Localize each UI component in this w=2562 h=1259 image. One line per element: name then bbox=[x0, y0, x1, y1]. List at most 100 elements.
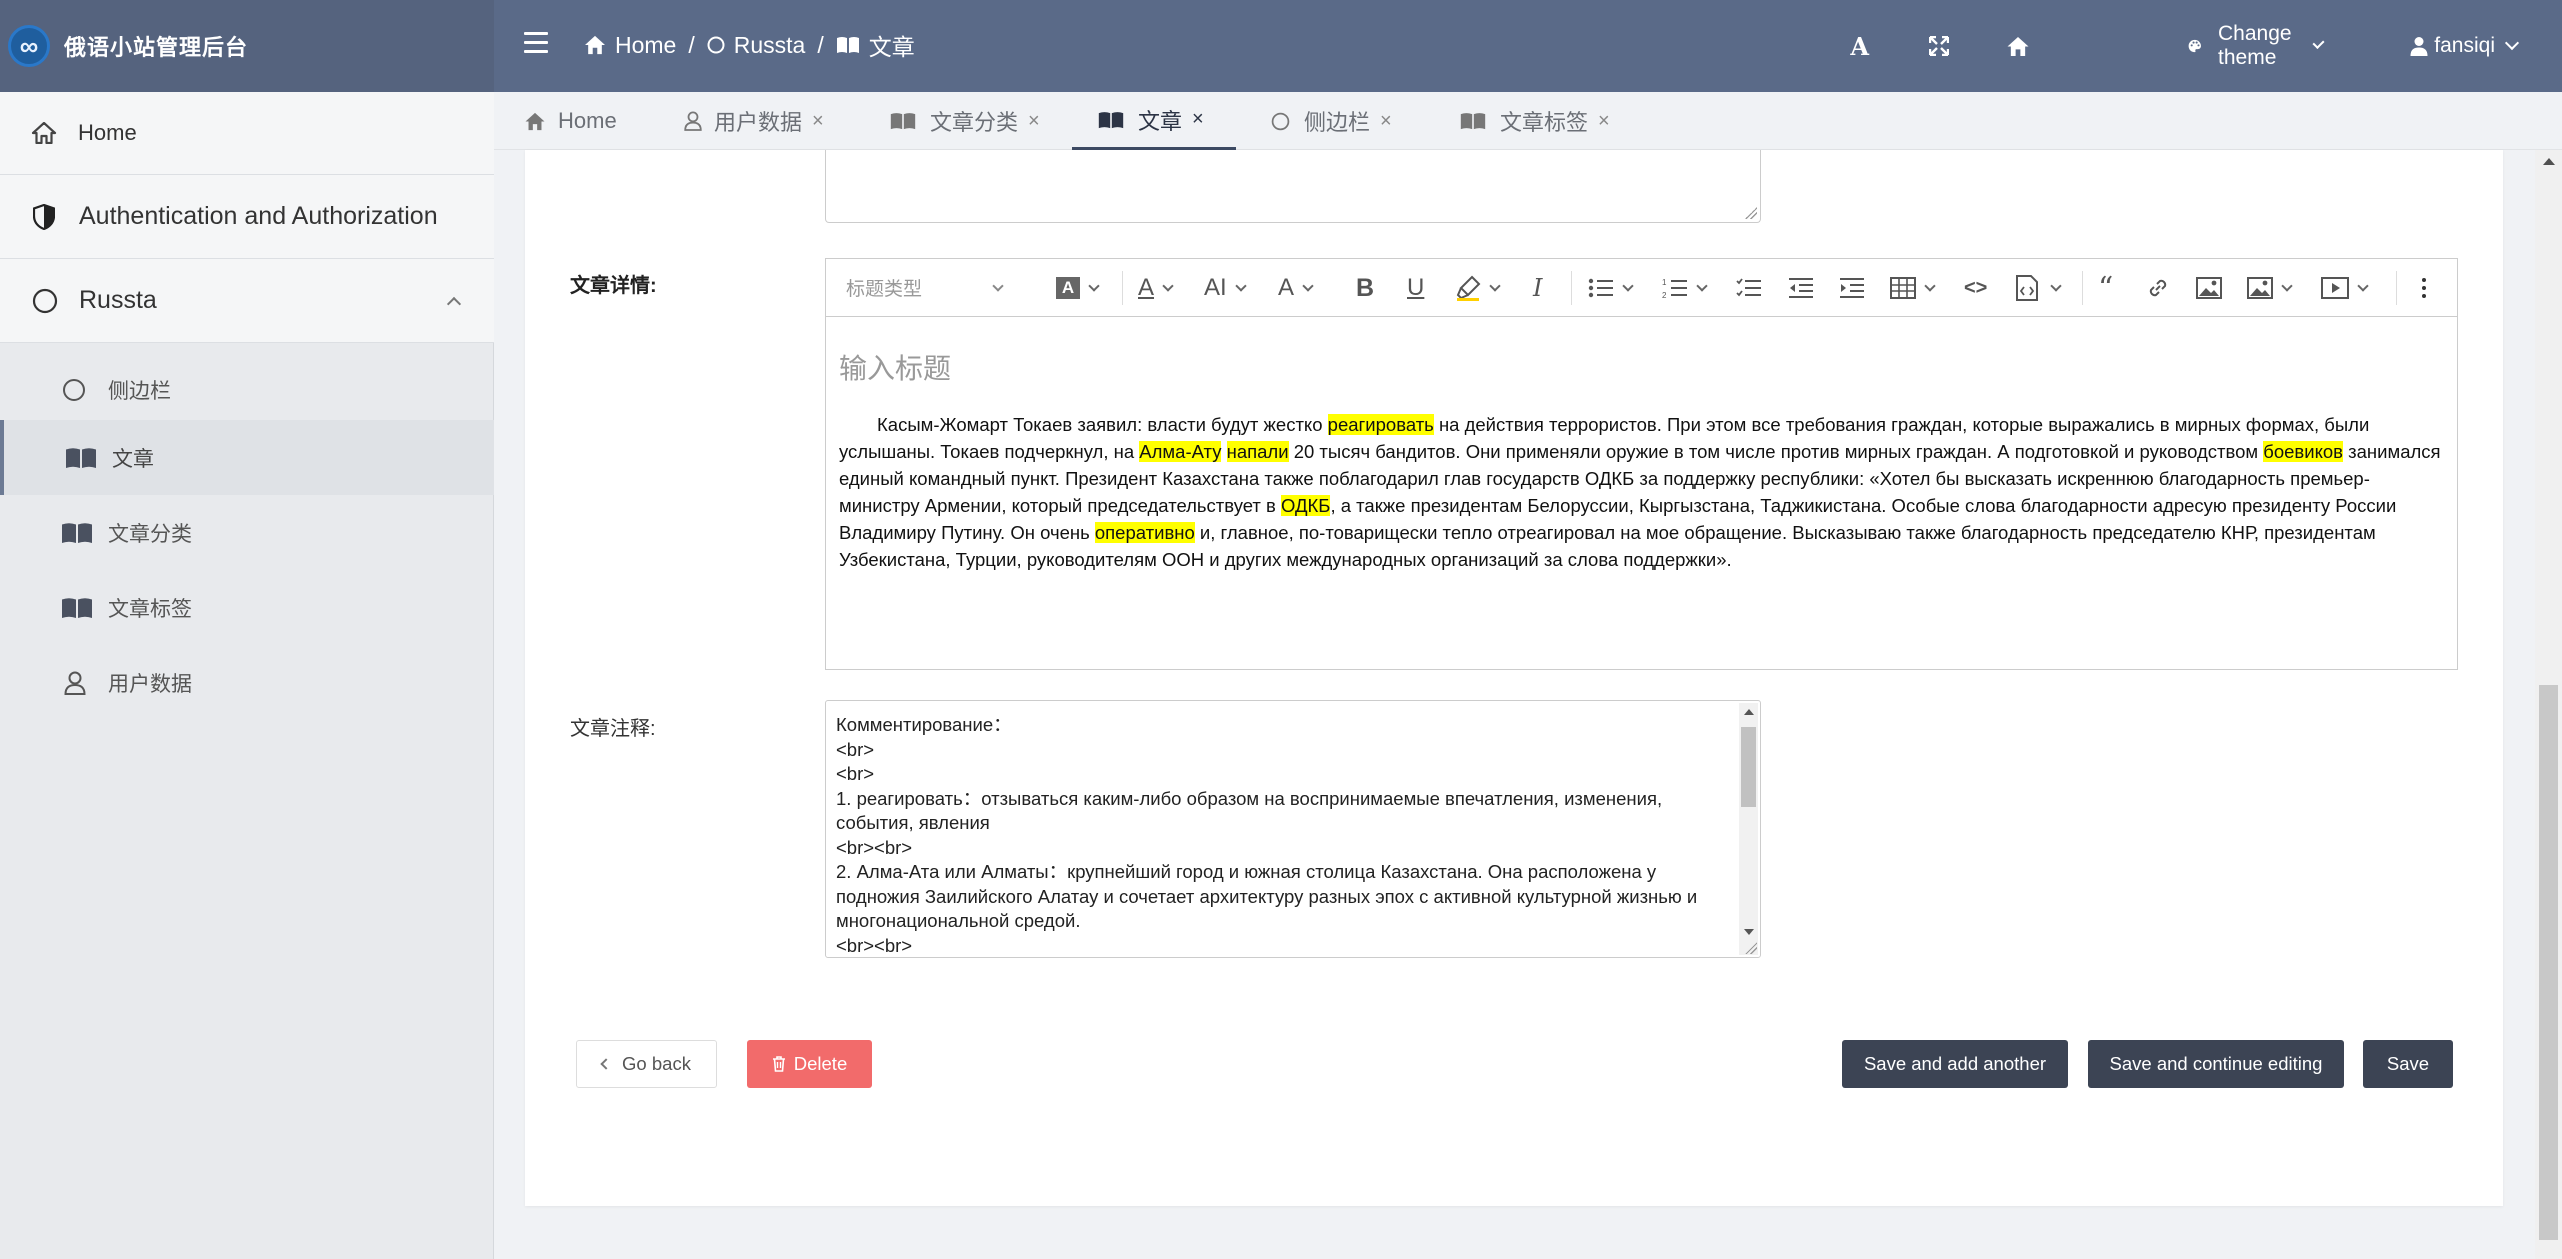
highlighted-word: реагировать bbox=[1327, 414, 1434, 435]
sidebar-item-home[interactable]: Home bbox=[0, 92, 494, 175]
body-text-segment: 20 тысяч бандитов. Они применяли оружие … bbox=[1288, 441, 2264, 462]
home-icon bbox=[525, 112, 545, 130]
image-upload-button[interactable] bbox=[2247, 271, 2293, 305]
scroll-up-icon[interactable] bbox=[2543, 158, 2555, 165]
text-bg-color-button[interactable]: A bbox=[1056, 271, 1100, 305]
chevron-up-icon[interactable] bbox=[446, 296, 462, 312]
sidebar-item-article[interactable]: 文章 bbox=[0, 420, 494, 495]
link-button[interactable] bbox=[2146, 271, 2170, 305]
book-icon bbox=[66, 447, 96, 468]
tab-article[interactable]: 文章 × bbox=[1072, 92, 1236, 150]
tab-bar: Home 用户数据 × 文章分类 × 文章 × 侧边栏 × 文章标签 × bbox=[494, 92, 2562, 150]
go-back-button[interactable]: Go back bbox=[576, 1040, 717, 1088]
more-options-icon[interactable] bbox=[2422, 271, 2426, 305]
font-family-button[interactable]: A bbox=[1278, 271, 1314, 305]
sidebar-item-article-category[interactable]: 文章分类 bbox=[0, 495, 494, 570]
image-icon bbox=[2196, 277, 2222, 299]
tab-sidebar[interactable]: 侧边栏 × bbox=[1271, 92, 1392, 150]
sidebar-item-russta[interactable]: Russta bbox=[0, 259, 494, 343]
book-icon bbox=[62, 597, 92, 618]
app-logo-area[interactable]: ∞ 俄语小站管理后台 bbox=[0, 0, 494, 92]
bold-button[interactable]: B bbox=[1356, 271, 1374, 305]
blockquote-button[interactable]: “ bbox=[2098, 271, 2113, 306]
home-icon bbox=[31, 122, 57, 144]
video-button[interactable] bbox=[2321, 271, 2369, 305]
resize-handle[interactable] bbox=[1745, 942, 1757, 954]
indent-button[interactable] bbox=[1839, 271, 1865, 305]
sidebar-item-sidebar[interactable]: 侧边栏 bbox=[0, 360, 494, 420]
home-link-icon[interactable] bbox=[2006, 36, 2030, 57]
sidebar-item-label: 文章标签 bbox=[108, 597, 192, 621]
bullet-list-button[interactable] bbox=[1588, 271, 1634, 305]
sidebar-item-auth[interactable]: Authentication and Authorization bbox=[0, 175, 494, 259]
close-icon[interactable]: × bbox=[1380, 110, 1392, 133]
notes-scrollbar[interactable] bbox=[1739, 703, 1758, 955]
highlight-button[interactable] bbox=[1455, 271, 1501, 305]
highlighted-word: оперативно bbox=[1094, 522, 1195, 543]
tab-home[interactable]: Home bbox=[524, 92, 617, 150]
sidebar-item-label: 侧边栏 bbox=[108, 380, 171, 403]
outdent-button[interactable] bbox=[1788, 271, 1814, 305]
sidebar-item-label: 用户数据 bbox=[108, 672, 192, 696]
scrollbar-thumb[interactable] bbox=[1741, 727, 1756, 807]
font-color-button[interactable]: A bbox=[1138, 271, 1174, 305]
sidebar-item-label: Authentication and Authorization bbox=[79, 202, 438, 230]
sidebar-item-article-tags[interactable]: 文章标签 bbox=[0, 570, 494, 645]
code-block-button[interactable] bbox=[2014, 271, 2062, 305]
menu-toggle-icon[interactable] bbox=[524, 32, 548, 60]
sidebar-item-label: 文章 bbox=[112, 447, 154, 471]
resize-handle[interactable] bbox=[1745, 207, 1757, 219]
underline-button[interactable]: U bbox=[1407, 271, 1424, 305]
breadcrumb: Home / Russta / 文章 bbox=[584, 28, 915, 62]
scroll-down-icon[interactable] bbox=[1744, 929, 1754, 935]
delete-button[interactable]: Delete bbox=[747, 1040, 872, 1088]
editor-title-placeholder[interactable]: 输入标题 bbox=[839, 347, 951, 387]
sidebar-item-label: 文章分类 bbox=[108, 522, 192, 546]
article-notes-textarea[interactable]: Комментирование： <br> <br> 1. реагироват… bbox=[825, 700, 1761, 958]
book-icon bbox=[1098, 111, 1124, 128]
code-block-icon bbox=[2016, 275, 2038, 301]
font-bg-icon: A bbox=[1056, 277, 1080, 299]
heading-type-select[interactable]: 标题类型 bbox=[846, 274, 1004, 301]
svg-text:2: 2 bbox=[1662, 291, 1667, 299]
tab-article-category[interactable]: 文章分类 × bbox=[890, 92, 1040, 150]
fullscreen-icon[interactable] bbox=[1929, 36, 1949, 56]
close-icon[interactable]: × bbox=[1028, 110, 1040, 133]
numbered-list-button[interactable]: 12 bbox=[1662, 271, 1708, 305]
page-scrollbar[interactable] bbox=[2535, 150, 2562, 1259]
tab-label: 用户数据 bbox=[714, 110, 803, 135]
todo-list-button[interactable] bbox=[1736, 271, 1762, 305]
summary-textarea[interactable] bbox=[825, 150, 1761, 223]
indent-icon bbox=[1840, 278, 1864, 298]
font-size-icon[interactable]: A bbox=[1850, 32, 1869, 61]
save-add-another-button[interactable]: Save and add another bbox=[1842, 1040, 2068, 1088]
tab-user-data[interactable]: 用户数据 × bbox=[684, 92, 824, 150]
editor-body-text[interactable]: Касым-Жомарт Токаев заявил: власти будут… bbox=[839, 411, 2444, 573]
scrollbar-thumb[interactable] bbox=[2539, 685, 2558, 1240]
scroll-up-icon[interactable] bbox=[1744, 709, 1754, 715]
palette-icon bbox=[2189, 39, 2202, 53]
save-continue-button[interactable]: Save and continue editing bbox=[2088, 1040, 2344, 1088]
tab-label: Home bbox=[558, 108, 617, 133]
rich-text-editor[interactable]: 标题类型 A A AI A B U I 12 <> “ 输入标题 Касым-Ж… bbox=[825, 258, 2458, 670]
close-icon[interactable]: × bbox=[1598, 110, 1610, 133]
close-icon[interactable]: × bbox=[1192, 108, 1204, 131]
code-button[interactable]: <> bbox=[1964, 271, 1987, 305]
chevron-left-icon bbox=[600, 1058, 612, 1070]
user-icon bbox=[2410, 37, 2428, 56]
circle-icon bbox=[63, 379, 85, 401]
table-button[interactable] bbox=[1890, 271, 1936, 305]
close-icon[interactable]: × bbox=[812, 110, 824, 133]
tab-article-tags[interactable]: 文章标签 × bbox=[1460, 92, 1610, 150]
user-menu[interactable]: fansiqi bbox=[2410, 34, 2520, 58]
breadcrumb-russta[interactable]: Russta bbox=[707, 32, 805, 59]
change-theme-button[interactable]: Change theme bbox=[2188, 22, 2325, 70]
breadcrumb-home[interactable]: Home bbox=[584, 32, 676, 59]
font-size-button[interactable]: AI bbox=[1204, 271, 1247, 305]
sidebar-item-user-data[interactable]: 用户数据 bbox=[0, 645, 494, 720]
body-text-segment bbox=[1221, 441, 1226, 462]
image-button[interactable] bbox=[2196, 271, 2222, 305]
save-button[interactable]: Save bbox=[2363, 1040, 2453, 1088]
bold-icon: B bbox=[1356, 273, 1375, 302]
italic-button[interactable]: I bbox=[1533, 271, 1542, 305]
